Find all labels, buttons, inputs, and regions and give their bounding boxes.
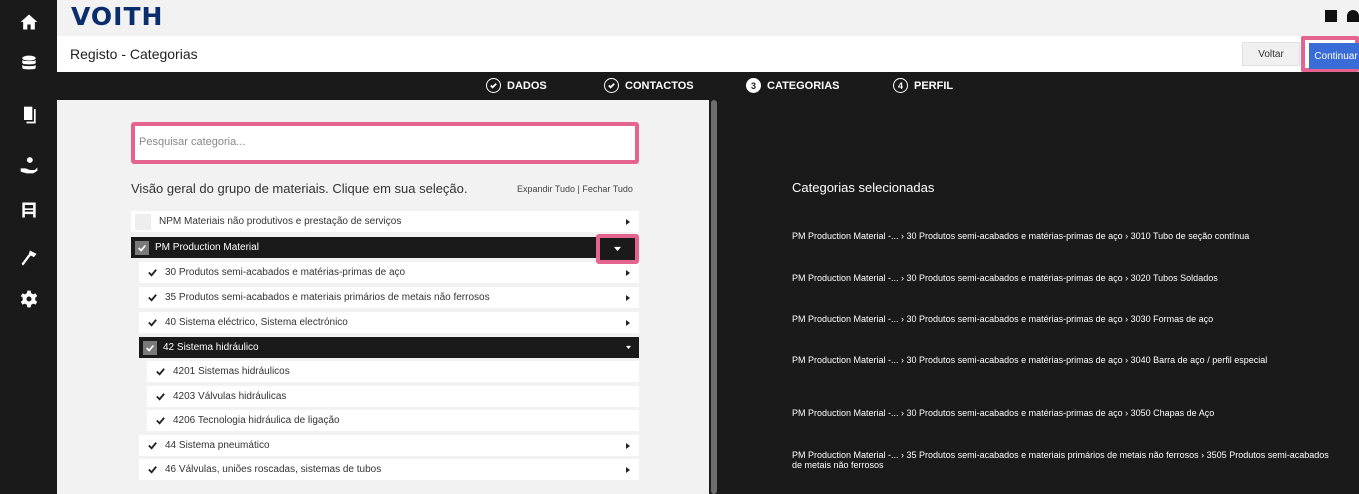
tree-row[interactable]: 4206 Tecnologia hidráulica de ligação: [147, 410, 639, 431]
step-categorias[interactable]: 3 CATEGORIAS: [746, 78, 840, 93]
tree-row[interactable]: 46 Válvulas, uniões roscadas, sistemas d…: [139, 459, 639, 480]
selected-category-item: PM Production Material -... › 35 Produto…: [792, 450, 1329, 470]
hammer-icon: [21, 250, 36, 266]
category-tree-panel: Visão geral do grupo de materiais. Cliqu…: [57, 100, 709, 494]
tree-row-label: PM Production Material: [155, 242, 259, 253]
selected-category-item: PM Production Material -... › 30 Produto…: [792, 231, 1250, 241]
check-icon[interactable]: [153, 390, 167, 404]
step-check-icon: [486, 78, 501, 93]
step-label: DADOS: [507, 79, 547, 92]
tree-row[interactable]: PM Production Material: [131, 237, 639, 258]
window-icon[interactable]: [1325, 10, 1337, 22]
app-root: VOITH Registo - Categorias Voltar Contin…: [0, 0, 1359, 494]
rail-hand-user[interactable]: [0, 145, 57, 185]
voltar-button[interactable]: Voltar: [1242, 42, 1300, 66]
step-number: 3: [746, 78, 761, 93]
selected-category-item: PM Production Material -... › 30 Produto…: [792, 355, 1268, 365]
chevron-down-icon[interactable]: [617, 337, 639, 358]
documents-icon: [23, 106, 36, 124]
step-label: CATEGORIAS: [767, 79, 840, 92]
title-bar: Registo - Categorias Voltar Continuar: [57, 36, 1359, 72]
tree-row[interactable]: NPM Materiais não produtivos e prestação…: [131, 211, 639, 232]
rail-hammer[interactable]: [0, 238, 57, 278]
check-icon[interactable]: [145, 266, 159, 280]
overview-text: Visão geral do grupo de materiais. Cliqu…: [131, 181, 468, 196]
tree-row[interactable]: 40 Sistema eléctrico, Sistema electrónic…: [139, 312, 639, 333]
collapse-pm-highlight[interactable]: [596, 234, 639, 264]
rail-settings[interactable]: [0, 279, 57, 319]
top-right-icons: [1325, 10, 1359, 22]
hand-user-icon: [20, 157, 37, 174]
tree-row[interactable]: 4203 Válvulas hidráulicas: [147, 386, 639, 407]
gear-icon: [20, 290, 37, 308]
step-contactos[interactable]: CONTACTOS: [604, 78, 694, 93]
selected-categories-panel: Categorias selecionadas PM Production Ma…: [719, 100, 1359, 494]
selected-category-item: PM Production Material -... › 30 Produto…: [792, 314, 1214, 324]
sidebar-rail: [0, 0, 57, 494]
continuar-button[interactable]: Continuar: [1309, 43, 1359, 69]
tree-row-label: NPM Materiais não produtivos e prestação…: [159, 216, 402, 227]
step-perfil[interactable]: 4 PERFIL: [893, 78, 953, 93]
step-dados[interactable]: DADOS: [486, 78, 547, 93]
tree-row-label: 4203 Válvulas hidráulicas: [173, 391, 287, 402]
tree-row-label: 4201 Sistemas hidráulicos: [173, 366, 290, 377]
chevron-right-icon[interactable]: [617, 435, 639, 456]
rail-database[interactable]: [0, 44, 57, 84]
steps-bar: DADOS CONTACTOS 3 CATEGORIAS 4 PERFIL: [57, 72, 1359, 100]
tree-row[interactable]: 42 Sistema hidráulico: [139, 337, 639, 358]
check-icon[interactable]: [135, 240, 149, 255]
selected-category-item: PM Production Material -... › 30 Produto…: [792, 273, 1218, 283]
tree-row[interactable]: 35 Produtos semi-acabados e materiais pr…: [139, 287, 639, 308]
tree-row-label: 46 Válvulas, uniões roscadas, sistemas d…: [165, 464, 382, 475]
check-icon[interactable]: [153, 414, 167, 428]
scroll-thumb[interactable]: [711, 100, 717, 494]
page-title: Registo - Categorias: [70, 46, 198, 62]
selected-category-item: PM Production Material -... › 30 Produto…: [792, 408, 1215, 418]
voith-logo: VOITH: [71, 2, 164, 31]
brand-bar: VOITH: [57, 0, 1359, 36]
rail-building[interactable]: [0, 190, 57, 230]
tree-row-label: 30 Produtos semi-acabados e matérias-pri…: [165, 267, 406, 278]
rail-documents[interactable]: [0, 95, 57, 135]
continuar-highlight: Continuar: [1301, 36, 1359, 72]
check-icon[interactable]: [145, 463, 159, 477]
tree-row[interactable]: 4201 Sistemas hidráulicos: [147, 361, 639, 382]
check-icon[interactable]: [145, 291, 159, 305]
tree-row-label: 35 Produtos semi-acabados e materiais pr…: [165, 292, 490, 303]
chevron-right-icon[interactable]: [617, 211, 639, 232]
chevron-right-icon[interactable]: [617, 312, 639, 333]
user-icon[interactable]: [1347, 10, 1359, 22]
rail-home[interactable]: [0, 2, 57, 42]
chevron-right-icon[interactable]: [617, 459, 639, 480]
tree-row-label: 44 Sistema pneumático: [165, 440, 270, 451]
step-label: PERFIL: [914, 79, 954, 92]
search-input[interactable]: [139, 131, 629, 153]
tree-scrollbar[interactable]: [709, 100, 719, 494]
chevron-down-icon: [614, 246, 621, 252]
home-icon: [20, 14, 37, 30]
step-check-icon: [604, 78, 619, 93]
chevron-right-icon[interactable]: [617, 262, 639, 283]
database-icon: [21, 55, 36, 70]
tree-row[interactable]: 44 Sistema pneumático: [139, 435, 639, 456]
tree-row[interactable]: 30 Produtos semi-acabados e matérias-pri…: [139, 262, 639, 283]
tree-row-label: 4206 Tecnologia hidráulica de ligação: [173, 415, 340, 426]
step-number: 4: [893, 78, 908, 93]
building-icon: [21, 202, 36, 218]
check-icon[interactable]: [145, 316, 159, 330]
step-label: CONTACTOS: [625, 79, 694, 92]
check-icon[interactable]: [153, 365, 167, 379]
expand-collapse-links[interactable]: Expandir Tudo | Fechar Tudo: [517, 184, 633, 194]
check-icon[interactable]: [143, 340, 157, 355]
checkbox-empty[interactable]: [135, 213, 151, 230]
tree-row-label: 40 Sistema eléctrico, Sistema electrónic…: [165, 317, 348, 328]
selected-categories-title: Categorias selecionadas: [792, 180, 935, 195]
chevron-right-icon[interactable]: [617, 287, 639, 308]
tree-row-label: 42 Sistema hidráulico: [163, 342, 259, 353]
search-highlight: [131, 122, 639, 164]
check-icon[interactable]: [145, 439, 159, 453]
